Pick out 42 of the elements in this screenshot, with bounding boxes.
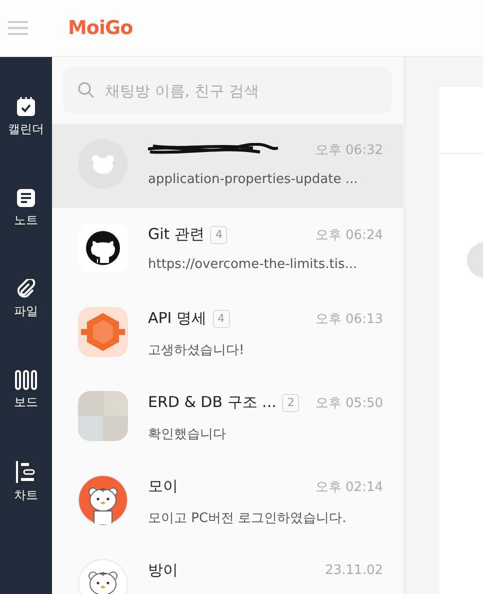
message-time: 23.11.02 — [325, 563, 383, 578]
chat-name: ERD & DB 구조 ... — [148, 393, 276, 412]
unread-count: 4 — [210, 226, 228, 244]
mascot-avatar — [78, 475, 128, 525]
api-logo-avatar — [78, 307, 128, 357]
photo-placeholder — [78, 391, 128, 441]
unread-count: 4 — [212, 310, 230, 328]
chat-row[interactable]: ERD & DB 구조 ... 2 오후 05:50 확인했습니다 — [52, 376, 403, 460]
columns-icon — [15, 370, 37, 390]
message-preview: https://overcome-the-limits.tis... — [148, 257, 358, 272]
mascot-avatar — [78, 139, 128, 189]
nav-item[interactable]: 캘린더 — [8, 97, 44, 138]
message-time: 오후 06:13 — [315, 310, 383, 328]
message-time: 오후 05:50 — [315, 394, 383, 412]
chat-name: 방이 — [148, 561, 178, 580]
message-preview: application-properties-update ... — [148, 172, 359, 187]
chat-row[interactable]: 방이 23.11.02 — [52, 544, 403, 594]
chat-row[interactable]: Git 관련 4 오후 06:24 https://overcome-the-limits.tis... — [52, 208, 403, 292]
chat-row[interactable]: 오후 06:32 application-properties-update ... — [52, 124, 403, 208]
message-preview: 모이고 PC버전 로그인하였습니다. — [148, 510, 348, 527]
menu-button[interactable] — [8, 20, 28, 36]
chat-name: 모이 — [148, 477, 178, 496]
message-time: 오후 06:24 — [315, 226, 383, 244]
unread-count: 2 — [282, 394, 300, 412]
nav-item[interactable]: 보드 — [14, 370, 38, 411]
nav-item[interactable]: 노트 — [14, 188, 38, 229]
message-time: 오후 06:32 — [315, 142, 383, 159]
message-preview: 확인했습니다 — [148, 426, 227, 443]
gantt-icon — [16, 461, 36, 483]
nav-item[interactable]: 차트 — [14, 461, 38, 504]
message-time: 오후 02:14 — [315, 478, 383, 496]
chat-name: Git 관련 — [148, 225, 204, 244]
message-preview: 고생하셨습니다! — [148, 342, 246, 359]
paperclip-icon — [16, 279, 36, 299]
search-field[interactable]: 채팅방 이름, 친구 검색 — [63, 67, 392, 114]
chat-name: API 명세 — [148, 309, 206, 328]
search-icon — [78, 82, 94, 98]
calendar-icon — [16, 97, 36, 117]
chat-row[interactable]: API 명세 4 오후 06:13 고생하셨습니다! — [52, 292, 403, 376]
nav-item[interactable]: 파일 — [14, 279, 38, 320]
chat-row[interactable]: 모이 오후 02:14 모이고 PC버전 로그인하였습니다. — [52, 460, 403, 544]
note-icon — [16, 188, 36, 208]
